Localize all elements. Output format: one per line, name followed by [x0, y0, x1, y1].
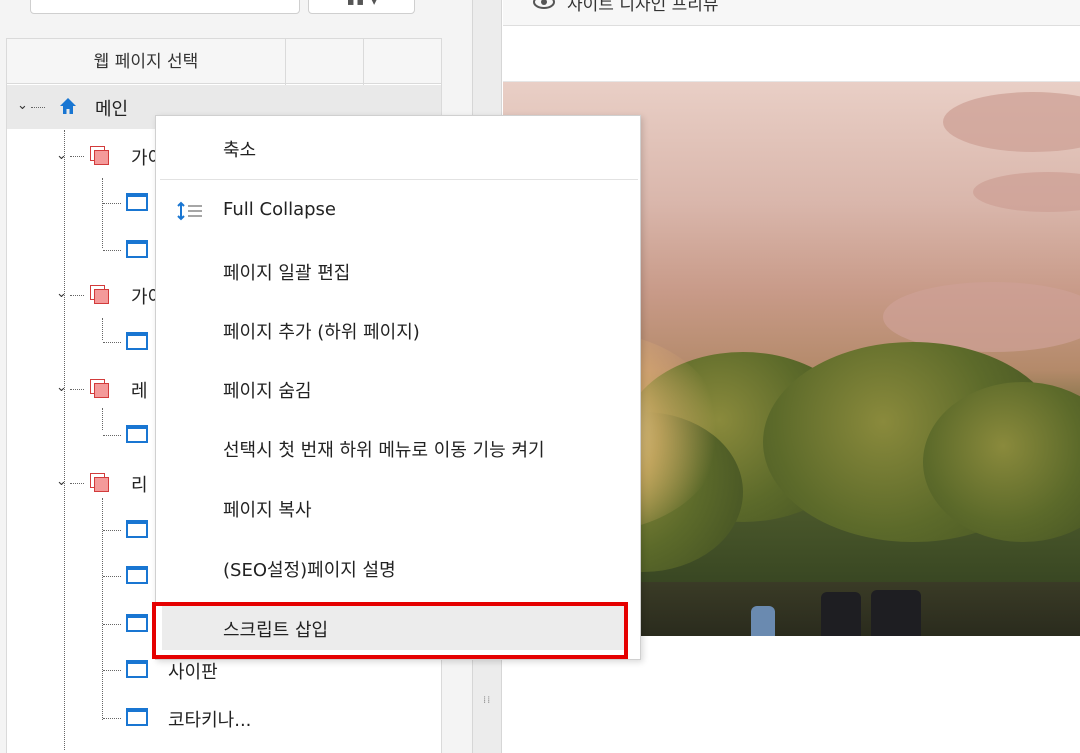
header-divider — [285, 39, 286, 85]
tree-action-button[interactable]: ▪▪ ▾ — [308, 0, 415, 14]
tree-connector — [103, 530, 121, 531]
tree-connector — [103, 576, 121, 577]
page-icon — [126, 614, 148, 632]
tree-connector — [102, 178, 103, 248]
button-glyph-icon: ▪▪ ▾ — [347, 0, 379, 8]
preview-header: 사이트 디자인 프리뷰 — [503, 0, 1080, 26]
tree-connector — [31, 107, 45, 108]
menu-item-full-collapse[interactable]: Full Collapse — [156, 189, 640, 233]
tree-connector — [103, 250, 121, 251]
folder-pages-icon — [90, 285, 110, 305]
menu-item-label: 페이지 일괄 편집 — [223, 263, 351, 284]
tree-header-label: 웹 페이지 선택 — [93, 52, 199, 72]
menu-item-seo-description[interactable]: (SEO설정)페이지 설명 — [156, 546, 640, 590]
menu-item-label: Full Collapse — [223, 199, 336, 220]
tree-item-label[interactable]: 레 — [131, 377, 148, 403]
tree-connector — [70, 295, 84, 296]
menu-item-bulk-edit[interactable]: 페이지 일괄 편집 — [156, 249, 640, 293]
tree-connector — [103, 435, 121, 436]
menu-item-label: 페이지 숨김 — [223, 381, 312, 402]
tree-item-label[interactable]: 리 — [131, 471, 148, 497]
collapse-lines-icon — [177, 201, 202, 221]
page-icon — [126, 566, 148, 584]
tree-item-label: 메인 — [95, 99, 129, 120]
tree-connector — [103, 718, 121, 719]
page-icon — [126, 520, 148, 538]
menu-item-label: 페이지 복사 — [223, 500, 312, 521]
tree-connector — [103, 203, 121, 204]
menu-item-hide-page[interactable]: 페이지 숨김 — [156, 367, 640, 411]
tree-connector — [102, 498, 103, 720]
preview-title: 사이트 디자인 프리뷰 — [567, 0, 719, 15]
tree-item-label[interactable]: 코타키나... — [168, 706, 251, 732]
chevron-down-icon[interactable]: ⌄ — [56, 148, 67, 163]
tree-connector — [102, 318, 103, 340]
page-icon — [126, 708, 148, 726]
tree-search-input[interactable] — [30, 0, 300, 14]
tree-connector — [103, 624, 121, 625]
page-icon — [126, 240, 148, 258]
chevron-down-icon[interactable]: ⌄ — [56, 286, 67, 301]
chevron-down-icon[interactable]: ⌄ — [17, 98, 28, 113]
tree-connector — [70, 389, 84, 390]
menu-item-collapse[interactable]: 축소 — [156, 126, 640, 170]
tree-header: 웹 페이지 선택 — [7, 38, 441, 85]
tree-item-label[interactable]: 사이판 — [168, 658, 218, 684]
menu-item-add-subpage[interactable]: 페이지 추가 (하위 페이지) — [156, 308, 640, 352]
folder-pages-icon — [90, 379, 110, 399]
highlight-annotation — [152, 602, 628, 659]
menu-item-label: 선택시 첫 번재 하위 메뉴로 이동 기능 켜기 — [223, 440, 545, 461]
header-divider — [363, 39, 364, 85]
tree-connector — [103, 342, 121, 343]
chevron-down-icon[interactable]: ⌄ — [56, 474, 67, 489]
page-icon — [126, 193, 148, 211]
home-icon — [60, 98, 76, 114]
folder-pages-icon — [90, 473, 110, 493]
chevron-down-icon[interactable]: ⌄ — [56, 380, 67, 395]
menu-item-label: 축소 — [223, 140, 257, 161]
preview-nav-strip — [503, 27, 1080, 82]
menu-item-first-submenu[interactable]: 선택시 첫 번재 하위 메뉴로 이동 기능 켜기 — [156, 426, 640, 470]
menu-separator — [160, 179, 638, 180]
tree-connector — [70, 483, 84, 484]
menu-item-copy-page[interactable]: 페이지 복사 — [156, 486, 640, 530]
folder-pages-icon — [90, 146, 110, 166]
tree-connector — [64, 130, 65, 750]
page-icon — [126, 660, 148, 678]
tree-connector — [70, 156, 84, 157]
page-icon — [126, 332, 148, 350]
tree-connector — [102, 408, 103, 430]
drag-handle-icon[interactable]: ⁞⁞ — [483, 696, 493, 706]
menu-item-label: 페이지 추가 (하위 페이지) — [223, 322, 420, 343]
eye-icon — [533, 0, 555, 9]
context-menu: 축소 Full Collapse 페이지 일괄 편집 페이지 추가 (하위 페이… — [155, 115, 641, 660]
page-icon — [126, 425, 148, 443]
menu-item-label: (SEO설정)페이지 설명 — [223, 560, 396, 581]
tree-connector — [103, 670, 121, 671]
